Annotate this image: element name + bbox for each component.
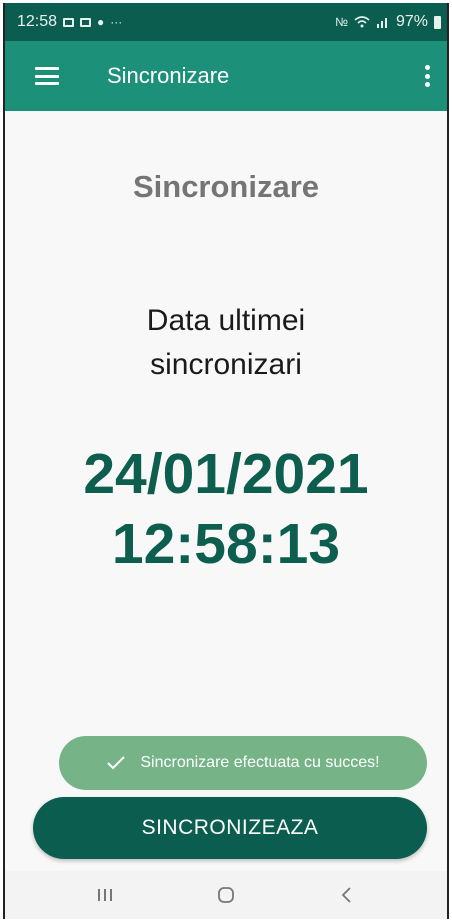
check-icon — [106, 755, 126, 771]
sync-button[interactable]: SINCRONIZEAZA — [33, 797, 427, 859]
cast-icon — [80, 17, 92, 27]
app-bar-title: Sincronizare — [107, 63, 230, 88]
battery-icon — [434, 15, 441, 29]
status-bar-left: 12:58 ● ··· — [17, 13, 122, 31]
hamburger-menu-icon[interactable] — [35, 67, 59, 85]
system-nav-bar — [5, 871, 447, 919]
success-toast: Sincronizare efectuata cu succes! — [59, 736, 427, 790]
status-bar: 12:58 ● ··· № 97% — [5, 3, 447, 41]
page-heading: Sincronizare — [132, 169, 320, 204]
toast-message: Sincronizare efectuata cu succes! — [140, 754, 380, 771]
app-bar: Sincronizare — [5, 41, 447, 111]
phone-screen: 12:58 ● ··· № 97% Sincronizare Sincroniz… — [3, 3, 449, 919]
last-sync-label-line1: Data ultimei — [146, 304, 306, 337]
home-icon[interactable] — [206, 880, 246, 910]
mute-icon: № — [335, 15, 348, 29]
last-sync-date: 24/01/2021 — [83, 442, 369, 506]
more-dots-icon: ··· — [110, 15, 123, 29]
wifi-icon — [354, 16, 370, 28]
back-icon[interactable] — [327, 880, 367, 910]
image-icon — [63, 17, 75, 27]
recent-apps-icon[interactable] — [85, 880, 125, 910]
last-sync-value: 24/01/2021 12:58:13 — [5, 439, 447, 579]
last-sync-time: 12:58:13 — [111, 512, 341, 576]
bag-icon: ● — [97, 15, 105, 29]
overflow-menu-icon[interactable] — [421, 65, 433, 87]
last-sync-label: Data ultimei sincronizari — [5, 299, 447, 387]
status-time: 12:58 — [17, 13, 58, 30]
status-bar-right: № 97% — [335, 13, 441, 31]
battery-percent: 97% — [395, 13, 428, 30]
last-sync-label-line2: sincronizari — [150, 348, 302, 381]
signal-icon — [376, 18, 387, 28]
